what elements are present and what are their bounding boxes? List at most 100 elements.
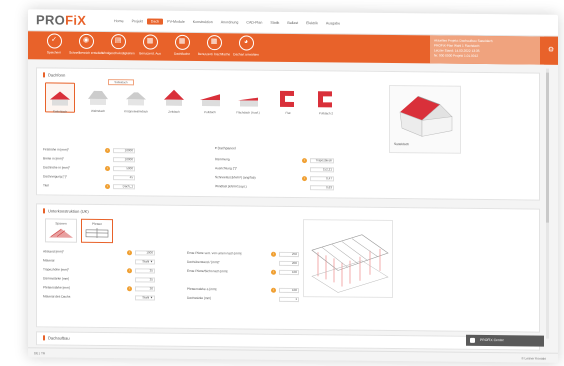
info-icon[interactable]: i <box>271 251 276 257</box>
menu-item-10[interactable]: Ausgabe <box>322 20 344 26</box>
ribbon-icon: ✓ <box>46 33 62 49</box>
field-label: Dachstärke [mm] <box>187 295 212 301</box>
roof-type-4[interactable]: Pultdach <box>195 84 225 114</box>
notification-popup[interactable]: PROFIX Center <box>466 334 544 347</box>
bottom-section-title: Dachaufbau <box>43 335 70 341</box>
field-label: Pfettenstärke [mm] <box>43 285 70 290</box>
props-header: ▾ Dachpaneel <box>215 146 236 151</box>
scroll-thumb[interactable] <box>546 72 549 223</box>
field-input[interactable]: 35 <box>135 276 155 283</box>
menu-item-9[interactable]: Elektrik <box>302 20 322 26</box>
roof-type-7[interactable]: Pultdach 2 <box>311 85 341 115</box>
field-input[interactable]: Stahl ▼ <box>135 258 155 265</box>
field-label: Firsthöhe in [mm]* <box>43 147 69 152</box>
info-icon[interactable]: i <box>105 183 110 189</box>
field-input[interactable]: 250 <box>279 251 299 257</box>
field-input[interactable]: Stahl ▼ <box>135 294 155 301</box>
menu-item-6[interactable]: CAD-Plan <box>242 19 266 25</box>
purlin-icon <box>85 227 109 238</box>
field-row: Dämmstärke [mm] 35 <box>43 275 165 283</box>
status-left: DE | TR <box>34 351 46 356</box>
field-input[interactable]: 152,21 <box>310 166 334 172</box>
roof-shape-icon <box>280 90 294 108</box>
menu-item-5[interactable]: Anordnung <box>217 19 243 25</box>
field-input[interactable]: 0,63 <box>310 184 334 190</box>
substructure-left-fields: Abstand [mm]* i 1000 Material Stahl ▼ Trapezh… <box>37 204 539 301</box>
menu-item-3[interactable]: PV-Module <box>163 19 189 25</box>
roof-fields: Firsthöhe in [mm]* i 10000 Breite in [mm]* 1… <box>37 68 539 189</box>
field-label: Erste Pfette vert. von unten nach [mm] <box>187 250 242 256</box>
house-3d-icon <box>399 96 453 137</box>
roof-type-6[interactable]: Flat <box>273 85 303 115</box>
field-input[interactable]: Trapezblech <box>310 157 334 163</box>
field-input[interactable]: 30 <box>135 285 155 292</box>
gear-icon[interactable]: ⚙ <box>544 46 558 54</box>
field-input[interactable]: 5000 <box>113 165 135 171</box>
field-label: Abstand [mm]* <box>43 249 64 254</box>
info-icon[interactable]: i <box>127 249 132 255</box>
app-window: PROFiX Home Projekt Dach PV-Module Konstrukt… <box>28 9 558 363</box>
menu-item-1[interactable]: Projekt <box>128 18 147 24</box>
settings-corner[interactable]: ⚙ <box>544 36 558 65</box>
info-icon[interactable]: i <box>127 267 132 273</box>
info-line: Nr. 000 0000 Projekt 1.01.0012 <box>434 53 479 58</box>
logo-pro-text: PRO <box>36 12 66 28</box>
info-icon[interactable]: i <box>127 285 132 291</box>
menu-item-4[interactable]: Konstruktion <box>189 19 217 25</box>
ribbon-button-6[interactable]: ◕ Dachart anwahlen <box>226 35 266 57</box>
roof-type-label: Satteldach <box>52 109 68 114</box>
field-input[interactable]: 10000 <box>113 156 135 162</box>
field-input[interactable]: 1000 <box>135 249 155 256</box>
field-row: Pfettenstärke [mm] i 30 <box>43 284 165 292</box>
field-row: Dachüberstand / [mm]* 200 <box>187 259 309 266</box>
field-input[interactable]: 200 <box>279 260 299 266</box>
field-input[interactable]: 100 <box>279 287 299 293</box>
menu-item-2[interactable]: Dach <box>146 18 164 25</box>
roof-shape-icon <box>50 91 70 106</box>
info-icon[interactable]: i <box>271 269 276 275</box>
info-icon[interactable]: i <box>302 157 307 163</box>
ribbon-icon: ▤ <box>110 34 126 50</box>
roof-type-2[interactable]: Krüppelwalmdach <box>121 83 151 113</box>
roof-shape-icon <box>318 91 332 108</box>
info-icon[interactable]: i <box>105 147 110 153</box>
field-input[interactable]: 0,47 <box>310 175 334 181</box>
screenshot-stage: PROFiX Home Projekt Dach PV-Module Konstrukt… <box>0 0 564 366</box>
field-row: Erste Pfette vert. von unten nach [mm] i 2… <box>187 250 309 257</box>
info-icon[interactable]: i <box>302 175 307 181</box>
ribbon-icon: ▦ <box>174 34 190 50</box>
ribbon-label: Dachart anwahlen <box>233 52 259 57</box>
main-menu: Home Projekt Dach PV-Module Konstruktion Anor… <box>110 18 344 26</box>
menu-item-7[interactable]: Statik <box>266 20 283 26</box>
menu-item-0[interactable]: Home <box>110 18 128 24</box>
roof-type-1[interactable]: Walmdach <box>83 83 113 113</box>
info-icon[interactable]: i <box>105 165 110 171</box>
field-label: Material <box>43 258 55 263</box>
roof-type-5[interactable]: Flachdach (Ausf.) <box>233 84 263 115</box>
roof-type-3[interactable]: Zeltdach <box>159 84 189 114</box>
vertical-scrollbar[interactable] <box>546 68 549 339</box>
field-input[interactable]: 100 <box>279 269 299 275</box>
tab-pfetten[interactable]: Pfetten <box>81 218 113 244</box>
field-label: Material des Dachs <box>43 294 71 299</box>
field-row: Abstand [mm]* i 1000 <box>43 248 165 256</box>
field-label: Titel <box>43 183 49 188</box>
tab-sparren[interactable]: Sparren <box>45 218 77 243</box>
field-input[interactable]: 45 <box>113 174 135 180</box>
field-input[interactable]: 10000 <box>113 147 135 153</box>
field-input[interactable]: Dach_1 <box>113 183 135 189</box>
roof-preview: Satteldach <box>389 85 461 154</box>
roof-type-label: Zeltdach <box>168 109 180 114</box>
project-info-box: Aktuelles Projekt: Dachaufbau Satteldach… <box>430 35 540 65</box>
ribbon-icon: ◕ <box>238 35 254 51</box>
field-input[interactable]: 1 <box>279 296 299 302</box>
field-row: Schneelast [kN/m²] (ang/fab) i 0,47 <box>215 174 344 181</box>
roof-type-0[interactable]: Satteldach <box>45 82 75 114</box>
menu-item-8[interactable]: Ballast <box>283 20 302 26</box>
field-label: Dämmung <box>215 157 230 162</box>
info-icon[interactable]: i <box>271 287 276 293</box>
ribbon-icon: ▦ <box>142 34 158 50</box>
field-label: Schneelast [kN/m²] (ang/fab) <box>215 175 256 180</box>
preview-label: Satteldach <box>394 142 410 147</box>
field-input[interactable]: 35 <box>135 267 155 274</box>
